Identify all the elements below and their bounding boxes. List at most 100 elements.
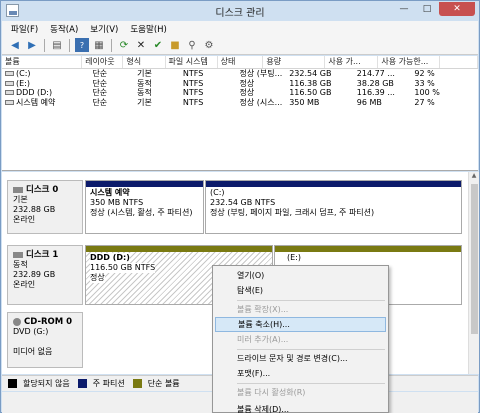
- cell-filesystem: NTFS: [182, 78, 204, 88]
- partition-size: 116.50 GB NTFS: [90, 263, 156, 273]
- cell-status: 정상 (부팅...: [239, 69, 283, 78]
- window-controls: — □ ✕: [393, 2, 475, 16]
- cell-volume: (C:): [2, 69, 89, 79]
- title-bar: 디스크 관리 — □ ✕: [1, 1, 479, 21]
- legend-swatch-primary: [77, 379, 87, 388]
- menu-separator: [237, 349, 385, 350]
- column-header-free[interactable]: 사용 가...: [325, 56, 379, 68]
- volume-name: 시스템 예약: [16, 97, 56, 107]
- volume-name: (E:): [16, 78, 30, 88]
- column-header-capacity[interactable]: 용량: [263, 56, 326, 68]
- cell-free-percent: 33 %: [414, 78, 435, 88]
- search-icon[interactable]: ⚲: [185, 38, 199, 52]
- table-row[interactable]: DDD (D:) 단순 동적 NTFS 정상 116.50 GB 116.39 …: [2, 88, 478, 98]
- disk-name: 디스크 1: [26, 250, 59, 260]
- partition-color-bar: [206, 181, 461, 187]
- toolbar: ◀ ▶ ▤ ? ▦ ⟳ ✕ ✔ ■ ⚲ ⚙: [2, 36, 478, 55]
- disk-label[interactable]: 디스크 0 기본 232.88 GB 온라인: [7, 180, 83, 234]
- legend-simple: 단순 볼륨: [147, 379, 180, 388]
- partition-size: 350 MB NTFS: [90, 198, 144, 207]
- partition-status: 정상 (시스템, 활성, 주 파티션): [90, 208, 193, 217]
- cell-free: 38.28 GB: [356, 78, 394, 88]
- menu-item-reactivate-volume[interactable]: 볼륨 다시 활성화(R): [215, 385, 386, 400]
- table-row[interactable]: (C:) 단순 기본 NTFS 정상 (부팅... 232.54 GB 214.…: [2, 69, 478, 79]
- cdrom-icon: [13, 317, 21, 326]
- partition-color-bar: [275, 246, 461, 252]
- disk-size: [13, 337, 77, 347]
- partition-name: 시스템 예약: [90, 188, 130, 197]
- menu-item-shrink-volume[interactable]: 볼륨 축소(H)...: [215, 317, 386, 332]
- cell-type: 동적: [137, 78, 152, 88]
- menu-action[interactable]: 동작(A): [50, 23, 78, 35]
- menu-bar: 파일(F) 동작(A) 보기(V) 도움말(H): [2, 21, 478, 36]
- menu-item-format[interactable]: 포맷(F)...: [215, 366, 386, 381]
- menu-item-extend-volume[interactable]: 볼륨 확장(X)...: [215, 302, 386, 317]
- table-row[interactable]: (E:) 단순 동적 NTFS 정상 116.38 GB 38.28 GB 33…: [2, 79, 478, 89]
- cell-layout: 단순: [92, 88, 108, 97]
- menu-separator: [237, 300, 385, 301]
- menu-view[interactable]: 보기(V): [90, 23, 118, 35]
- partition-block[interactable]: 시스템 예약 350 MB NTFS 정상 (시스템, 활성, 주 파티션): [85, 180, 204, 234]
- column-header-extra[interactable]: [440, 56, 478, 68]
- menu-help[interactable]: 도움말(H): [130, 23, 166, 35]
- legend-swatch-unallocated: [8, 379, 17, 388]
- disk-label[interactable]: 디스크 1 동적 232.89 GB 온라인: [7, 245, 83, 305]
- cell-filesystem: NTFS: [182, 88, 204, 97]
- refresh-icon[interactable]: ⟳: [117, 38, 131, 52]
- menu-file[interactable]: 파일(F): [11, 23, 38, 35]
- column-header-status[interactable]: 상태: [218, 56, 264, 68]
- cell-volume: (E:): [2, 79, 89, 89]
- cell-free-percent: 92 %: [414, 69, 435, 78]
- delete-icon[interactable]: ✕: [134, 38, 148, 52]
- menu-item-add-mirror[interactable]: 미러 추가(A)...: [215, 332, 386, 347]
- properties-icon[interactable]: ▦: [92, 38, 106, 52]
- table-row[interactable]: 시스템 예약 단순 기본 NTFS 정상 (시스... 350 MB 96 MB…: [2, 98, 478, 108]
- column-header-free-percent[interactable]: 사용 가능한...: [378, 56, 440, 68]
- minimize-icon[interactable]: —: [393, 2, 415, 16]
- back-icon[interactable]: ◀: [8, 38, 22, 52]
- disk-size: 232.88 GB: [13, 205, 56, 214]
- cell-volume: 시스템 예약: [2, 98, 89, 108]
- open-icon[interactable]: ■: [168, 38, 182, 52]
- menu-item-explore[interactable]: 탐색(E): [215, 283, 386, 298]
- disk-label[interactable]: CD-ROM 0 DVD (G:) 미디어 없음: [7, 312, 83, 368]
- cell-capacity: 116.50 GB: [289, 88, 332, 97]
- column-header-type[interactable]: 형식: [123, 56, 166, 68]
- cell-status: 정상 (시스...: [239, 97, 283, 107]
- disk-type: 동적: [13, 260, 28, 269]
- cell-type: 기본: [137, 97, 152, 107]
- maximize-icon[interactable]: □: [416, 2, 438, 16]
- volume-name: DDD (D:): [16, 88, 53, 97]
- cell-layout: 단순: [92, 69, 108, 78]
- check-icon[interactable]: ✔: [151, 38, 165, 52]
- menu-item-change-drive-letter[interactable]: 드라이브 문자 및 경로 변경(C)...: [215, 351, 386, 366]
- column-header-layout[interactable]: 레이아웃: [82, 56, 124, 68]
- menu-item-open[interactable]: 열기(O): [215, 268, 386, 283]
- cell-status: 정상: [239, 78, 255, 88]
- toolbar-separator: [44, 38, 45, 52]
- menu-separator: [237, 383, 385, 384]
- scroll-thumb[interactable]: [471, 184, 478, 334]
- legend-swatch-simple: [132, 379, 142, 388]
- cell-capacity: 116.38 GB: [289, 78, 332, 88]
- partition-block[interactable]: (C:) 232.54 GB NTFS 정상 (부팅, 페이지 파일, 크래시 …: [205, 180, 462, 234]
- help-icon[interactable]: ?: [75, 38, 89, 52]
- forward-icon[interactable]: ▶: [25, 38, 39, 52]
- close-icon[interactable]: ✕: [439, 2, 475, 16]
- cell-filesystem: NTFS: [182, 69, 204, 78]
- settings-icon[interactable]: ⚙: [202, 38, 216, 52]
- disk-management-icon: [6, 4, 19, 17]
- disk-name: CD-ROM 0: [24, 317, 73, 327]
- menu-item-delete-volume[interactable]: 볼륨 삭제(D)...: [215, 402, 386, 413]
- legend-primary: 주 파티션: [92, 379, 125, 388]
- list-icon[interactable]: ▤: [50, 38, 64, 52]
- scroll-up-icon[interactable]: ▲: [469, 172, 479, 182]
- volume-icon: [5, 90, 14, 95]
- context-menu: 열기(O) 탐색(E) 볼륨 확장(X)... 볼륨 축소(H)... 미러 추…: [212, 265, 389, 413]
- column-header-filesystem[interactable]: 파일 시스템: [166, 56, 218, 68]
- cell-filesystem: NTFS: [182, 97, 204, 107]
- column-header-volume[interactable]: 볼륨: [2, 56, 83, 68]
- partition-name: DDD (D:): [90, 253, 130, 263]
- cell-capacity: 350 MB: [289, 97, 320, 107]
- vertical-scrollbar[interactable]: ▲: [468, 172, 479, 374]
